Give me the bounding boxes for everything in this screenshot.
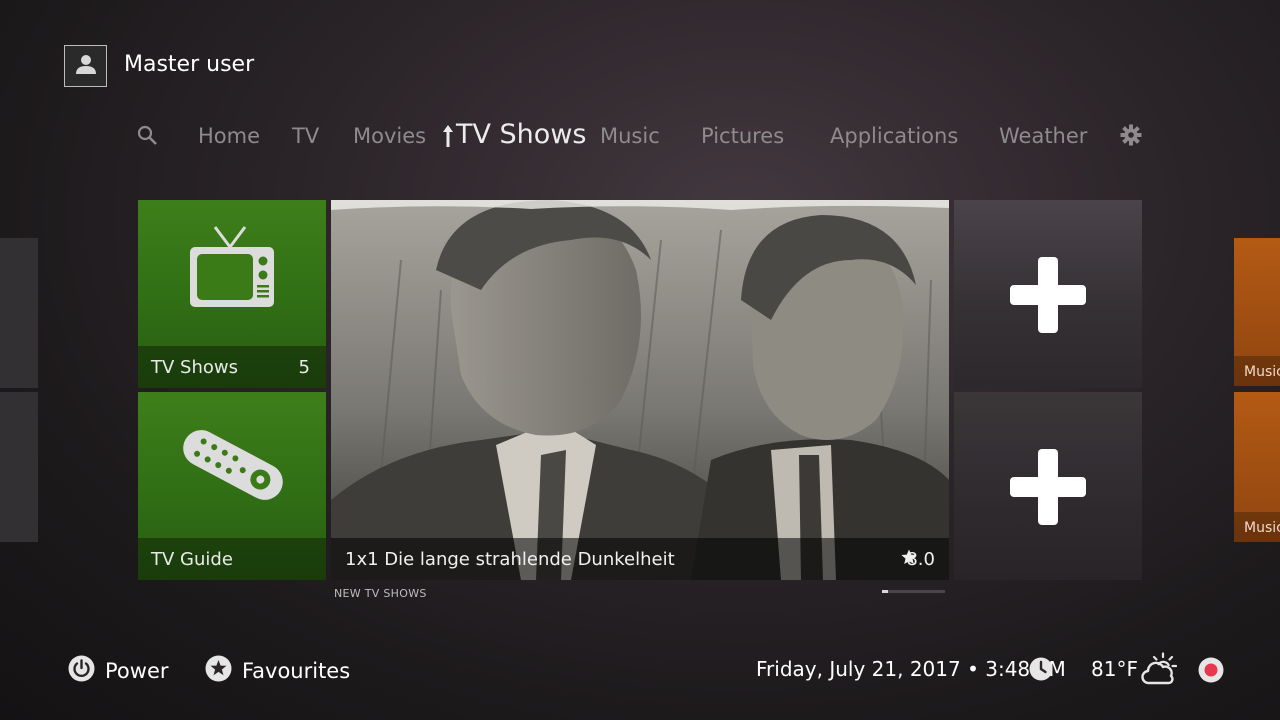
scroll-thumb[interactable] xyxy=(882,590,888,593)
record-icon xyxy=(1198,657,1224,687)
nav-item-tv[interactable]: TV xyxy=(292,124,319,148)
rating-badge: 8.0 xyxy=(901,549,935,570)
edge-tile-label: Music xyxy=(1244,364,1280,380)
add-tile-top[interactable] xyxy=(954,200,1142,388)
plus-icon xyxy=(1010,257,1086,337)
edge-tile-left-top[interactable] xyxy=(0,238,38,388)
tile-tv-shows[interactable]: TV Shows 5 xyxy=(138,200,326,388)
nav-item-music[interactable]: Music xyxy=(600,124,660,148)
record-button[interactable] xyxy=(1198,657,1224,687)
power-button[interactable]: Power xyxy=(68,655,169,687)
nav-item-movies[interactable]: Movies xyxy=(353,124,426,148)
nav-item-applications[interactable]: Applications xyxy=(830,124,958,148)
edge-tile-right-top[interactable]: Music xyxy=(1234,238,1280,386)
tile-label: TV Guide xyxy=(151,549,233,570)
temperature: 81°F xyxy=(1091,657,1138,681)
edge-tile-left-bottom[interactable] xyxy=(0,392,38,542)
tile-tv-guide[interactable]: TV Guide xyxy=(138,392,326,580)
power-label: Power xyxy=(105,659,169,683)
tile-label: TV Shows xyxy=(151,357,238,378)
clock-icon xyxy=(1029,657,1053,685)
main-nav: Home TV Movies TV Shows Music Pictures A… xyxy=(0,0,1280,180)
datetime: Friday, July 21, 2017 • 3:48 PM xyxy=(756,657,1066,681)
favourites-label: Favourites xyxy=(242,659,351,683)
add-tile-bottom[interactable] xyxy=(954,392,1142,580)
tv-icon xyxy=(187,225,275,313)
gear-icon[interactable] xyxy=(1120,124,1142,150)
remote-icon xyxy=(176,420,291,514)
search-icon[interactable] xyxy=(136,124,160,152)
star-icon xyxy=(205,655,232,687)
section-label: NEW TV SHOWS xyxy=(334,587,427,600)
featured-episode-tile[interactable]: 1x1 Die lange strahlende Dunkelheit 8.0 xyxy=(331,200,949,580)
arrow-up-icon xyxy=(441,124,455,152)
plus-icon xyxy=(1010,449,1086,529)
partly-cloudy-icon xyxy=(1141,652,1181,690)
nav-item-weather[interactable]: Weather xyxy=(999,124,1087,148)
tile-count: 5 xyxy=(298,357,310,378)
edge-tile-label: Music xyxy=(1244,520,1280,536)
nav-item-pictures[interactable]: Pictures xyxy=(701,124,784,148)
scroll-indicator[interactable] xyxy=(882,590,945,593)
edge-tile-right-bottom[interactable]: Music xyxy=(1234,392,1280,542)
favourites-button[interactable]: Favourites xyxy=(205,655,350,687)
nav-item-tv-shows[interactable]: TV Shows xyxy=(456,119,586,150)
power-icon xyxy=(68,655,95,687)
featured-artwork-image xyxy=(331,200,949,580)
episode-title: 1x1 Die lange strahlende Dunkelheit xyxy=(345,549,675,570)
nav-item-home[interactable]: Home xyxy=(198,124,260,148)
